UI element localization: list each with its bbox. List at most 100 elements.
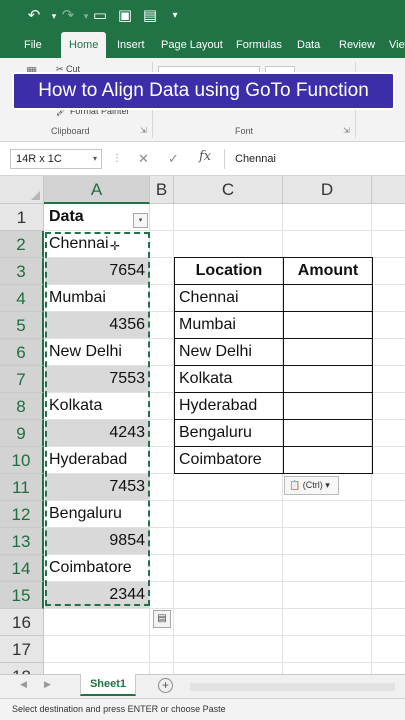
amount-cell[interactable] xyxy=(283,365,373,393)
row-header[interactable]: 14 xyxy=(0,555,44,582)
scroll-right-icon[interactable]: ▶ xyxy=(44,679,51,690)
screenshot-icon[interactable]: ▭ xyxy=(90,6,110,26)
name-box-value: 14R x 1C xyxy=(16,153,62,165)
row-header[interactable]: 17 xyxy=(0,636,44,663)
cell[interactable]: Mumbai xyxy=(45,285,149,311)
cell[interactable]: New Delhi xyxy=(45,339,149,365)
row-header[interactable]: 4 xyxy=(0,285,44,312)
location-cell[interactable]: Bengaluru xyxy=(174,419,284,447)
cell[interactable]: 9854 xyxy=(45,528,149,554)
cell[interactable]: 7553 xyxy=(45,366,149,392)
row-header[interactable]: 16 xyxy=(0,609,44,636)
tab-page-layout[interactable]: Page Layout xyxy=(161,32,223,58)
cell[interactable]: 7654 xyxy=(45,258,149,284)
clipboard-icon: 📋 xyxy=(289,480,301,490)
gridline xyxy=(44,608,405,609)
enter-icon[interactable]: ✓ xyxy=(168,151,179,167)
cell[interactable]: 2344 xyxy=(45,582,149,608)
cell[interactable]: Kolkata xyxy=(45,393,149,419)
chevron-down-icon[interactable]: ▾ xyxy=(93,150,97,168)
tab-file[interactable]: File xyxy=(24,32,42,58)
location-cell[interactable]: Kolkata xyxy=(174,365,284,393)
insert-function-icon[interactable]: fx xyxy=(199,149,211,164)
tab-data[interactable]: Data xyxy=(297,32,320,58)
title-bar: ↶ ▾ ↷ ▾ ▭ ▣ ▤ ▾ xyxy=(0,0,405,32)
form-icon[interactable]: ▤ xyxy=(140,6,160,26)
tab-review[interactable]: Review xyxy=(339,32,375,58)
clipboard-launcher-icon[interactable]: ⇲ xyxy=(140,126,147,135)
undo-icon[interactable]: ↶ xyxy=(24,6,44,26)
table-row: Bengaluru xyxy=(174,419,373,447)
filter-dropdown-button[interactable]: ▾ xyxy=(133,213,148,228)
amount-cell[interactable] xyxy=(283,284,373,312)
tab-view[interactable]: View xyxy=(389,32,405,58)
location-cell[interactable]: Chennai xyxy=(174,284,284,312)
row-header[interactable]: 12 xyxy=(0,501,44,528)
table-header-amount[interactable]: Amount xyxy=(283,257,373,285)
horizontal-scrollbar[interactable] xyxy=(190,683,395,691)
sheet-tab-sheet1[interactable]: Sheet1 xyxy=(80,674,136,696)
select-all-corner[interactable] xyxy=(0,176,44,204)
tab-insert[interactable]: Insert xyxy=(117,32,145,58)
amount-cell[interactable] xyxy=(283,311,373,339)
row-header[interactable]: 18 xyxy=(0,663,44,674)
sheet-tab-bar: ◀ ▶ Sheet1 + xyxy=(0,674,405,698)
gridline xyxy=(44,662,405,663)
row-header[interactable]: 7 xyxy=(0,366,44,393)
cell[interactable]: Chennai xyxy=(45,231,149,257)
table-header-location[interactable]: Location xyxy=(174,257,284,285)
column-header-c[interactable]: C xyxy=(174,176,283,204)
location-cell[interactable]: New Delhi xyxy=(174,338,284,366)
cell[interactable]: Bengaluru xyxy=(45,501,149,527)
formula-input[interactable]: Chennai xyxy=(224,149,405,169)
location-cell[interactable]: Coimbatore xyxy=(174,446,284,474)
paste-options-button[interactable]: 📋 (Ctrl) ▾ xyxy=(284,476,339,495)
row-header[interactable]: 3 xyxy=(0,258,44,285)
column-header-e[interactable] xyxy=(372,176,405,204)
row-header[interactable]: 13 xyxy=(0,528,44,555)
tab-home[interactable]: Home xyxy=(61,32,107,58)
add-sheet-icon[interactable]: + xyxy=(158,678,173,693)
quick-analysis-icon[interactable]: ▤ xyxy=(153,610,171,628)
row-header[interactable]: 15 xyxy=(0,582,44,609)
cell[interactable]: 7453 xyxy=(45,474,149,500)
paste-options-label: (Ctrl) xyxy=(302,480,323,490)
amount-cell[interactable] xyxy=(283,338,373,366)
cancel-icon[interactable]: ✕ xyxy=(138,151,149,167)
font-launcher-icon[interactable]: ⇲ xyxy=(343,126,350,135)
save-icon[interactable]: ▣ xyxy=(115,6,135,26)
cell[interactable]: 4243 xyxy=(45,420,149,446)
redo-icon[interactable]: ↷ xyxy=(58,6,78,26)
column-header-d[interactable]: D xyxy=(283,176,372,204)
status-bar: Select destination and press ENTER or ch… xyxy=(0,698,405,720)
table-row: Coimbatore xyxy=(174,446,373,474)
row-header[interactable]: 1 xyxy=(0,204,44,231)
row-header[interactable]: 8 xyxy=(0,393,44,420)
customize-qat-icon[interactable]: ▾ xyxy=(165,6,185,26)
cell[interactable]: 4356 xyxy=(45,312,149,338)
row-header[interactable]: 6 xyxy=(0,339,44,366)
row-header[interactable]: 10 xyxy=(0,447,44,474)
gridline xyxy=(149,204,150,674)
name-box[interactable]: 14R x 1C ▾ xyxy=(10,149,102,169)
row-header[interactable]: 2 xyxy=(0,231,44,258)
scroll-left-icon[interactable]: ◀ xyxy=(20,679,27,690)
location-cell[interactable]: Hyderabad xyxy=(174,392,284,420)
row-header[interactable]: 9 xyxy=(0,420,44,447)
table-row: Kolkata xyxy=(174,365,373,393)
cell[interactable]: Hyderabad xyxy=(45,447,149,473)
column-header-a[interactable]: A xyxy=(44,176,150,204)
column-header-b[interactable]: B xyxy=(150,176,174,204)
row-header[interactable]: 5 xyxy=(0,312,44,339)
tab-formulas[interactable]: Formulas xyxy=(236,32,282,58)
amount-cell[interactable] xyxy=(283,446,373,474)
more-options-icon: ⋮ xyxy=(112,153,122,164)
worksheet-grid[interactable]: A B C D 123456789101112131415161718 Data… xyxy=(0,176,405,674)
font-group-label: Font xyxy=(235,126,254,136)
row-header[interactable]: 11 xyxy=(0,474,44,501)
cell[interactable]: Coimbatore xyxy=(45,555,149,581)
location-cell[interactable]: Mumbai xyxy=(174,311,284,339)
amount-cell[interactable] xyxy=(283,392,373,420)
amount-cell[interactable] xyxy=(283,419,373,447)
table-row: Mumbai xyxy=(174,311,373,339)
